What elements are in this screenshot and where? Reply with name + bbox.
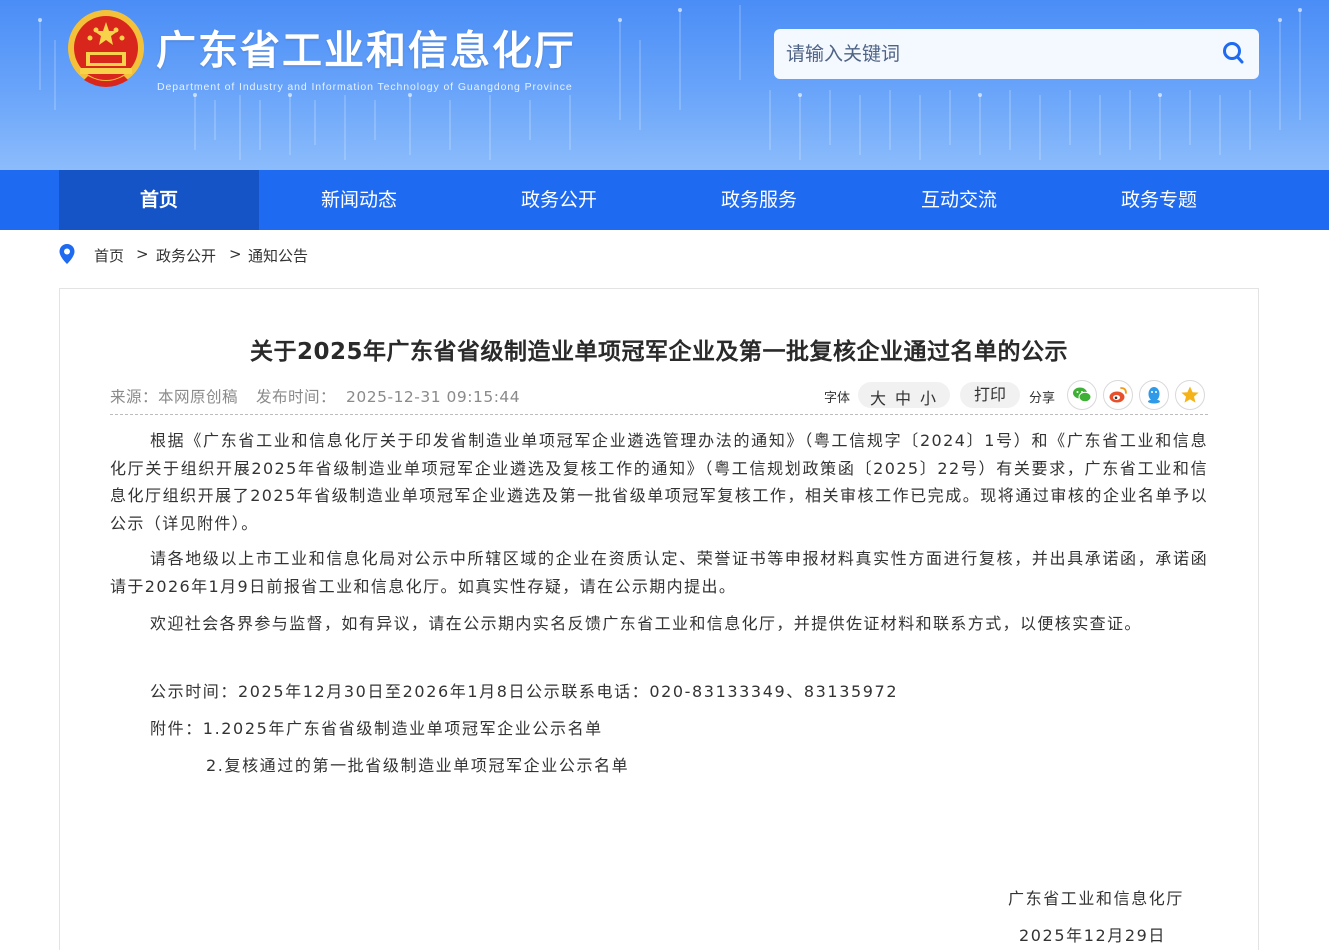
font-size-group: 大 中 小 xyxy=(858,382,950,408)
publish-time: 2025-12-31 09:15:44 xyxy=(346,388,521,406)
nav-item-interaction[interactable]: 互动交流 xyxy=(859,170,1059,230)
nav-item-gov-affairs[interactable]: 政务公开 xyxy=(459,170,659,230)
nav-item-news[interactable]: 新闻动态 xyxy=(259,170,459,230)
breadcrumb-separator: > xyxy=(136,245,149,263)
print-button[interactable]: 打印 xyxy=(960,382,1020,408)
article-paragraph: 根据《广东省工业和信息化厅关于印发省制造业单项冠军企业遴选管理办法的通知》（粤工… xyxy=(110,431,1208,533)
location-pin-icon xyxy=(59,244,75,264)
font-size-small-button[interactable]: 小 xyxy=(920,385,936,409)
breadcrumb-gov-affairs[interactable]: 政务公开 xyxy=(156,245,216,266)
publish-label: 发布时间： xyxy=(256,388,337,406)
article-source: 来源：本网原创稿 xyxy=(110,388,239,406)
national-emblem-icon xyxy=(68,10,144,87)
signature-date: 2025年12月29日 xyxy=(1019,926,1167,945)
font-size-label: 字体 xyxy=(824,391,851,406)
signature: 广东省工业和信息化厅 xyxy=(1008,889,1185,908)
wechat-share-button[interactable] xyxy=(1067,380,1097,410)
article-paragraph: 欢迎社会各界参与监督，如有异议，请在公示期内实名反馈广东省工业和信息化厅，并提供… xyxy=(150,614,1142,633)
site-subtitle: Department of Industry and Information T… xyxy=(157,81,573,93)
nav-item-services[interactable]: 政务服务 xyxy=(659,170,859,230)
weibo-share-button[interactable] xyxy=(1103,380,1133,410)
notice-period: 公示时间：2025年12月30日至2026年1月8日公示联系电话：020-831… xyxy=(150,682,899,701)
article-paragraph: 请各地级以上市工业和信息化局对公示中所辖区域的企业在资质认定、荣誉证书等申报材料… xyxy=(110,549,1208,596)
qzone-icon xyxy=(1181,386,1199,403)
search-input[interactable] xyxy=(774,29,1214,79)
qq-share-button[interactable] xyxy=(1139,380,1169,410)
attachment-link-2[interactable]: 2.复核通过的第一批省级制造业单项冠军企业公示名单 xyxy=(206,752,629,776)
font-size-large-button[interactable]: 大 xyxy=(870,385,886,409)
font-size-medium-button[interactable]: 中 xyxy=(895,385,911,409)
header-banner: 广东省工业和信息化厅 Department of Industry and In… xyxy=(0,0,1329,170)
nav-item-home[interactable]: 首页 xyxy=(59,170,259,230)
main-nav: 首页 新闻动态 政务公开 政务服务 互动交流 政务专题 xyxy=(0,170,1329,230)
wechat-icon xyxy=(1073,387,1092,403)
attachment-link-1[interactable]: 附件：1.2025年广东省省级制造业单项冠军企业公示名单 xyxy=(150,715,603,739)
breadcrumb-home[interactable]: 首页 xyxy=(94,245,124,266)
site-title: 广东省工业和信息化厅 xyxy=(156,28,576,74)
weibo-icon xyxy=(1109,387,1127,403)
qq-icon xyxy=(1148,387,1160,404)
breadcrumb-separator: > xyxy=(229,245,242,263)
nav-item-topics[interactable]: 政务专题 xyxy=(1059,170,1259,230)
breadcrumb: 首页 > 政务公开 > 通知公告 xyxy=(58,243,358,265)
qzone-share-button[interactable] xyxy=(1175,380,1205,410)
article-title: 关于2025年广东省省级制造业单项冠军企业及第一批复核企业通过名单的公示 xyxy=(249,339,1068,365)
search-icon[interactable] xyxy=(1222,41,1244,65)
breadcrumb-notices[interactable]: 通知公告 xyxy=(248,245,308,266)
share-label: 分享 xyxy=(1029,391,1056,406)
search-box xyxy=(774,29,1259,79)
meta-divider xyxy=(110,414,1208,415)
article-meta: 来源：本网原创稿 发布时间： 2025-12-31 09:15:44 xyxy=(110,385,520,407)
